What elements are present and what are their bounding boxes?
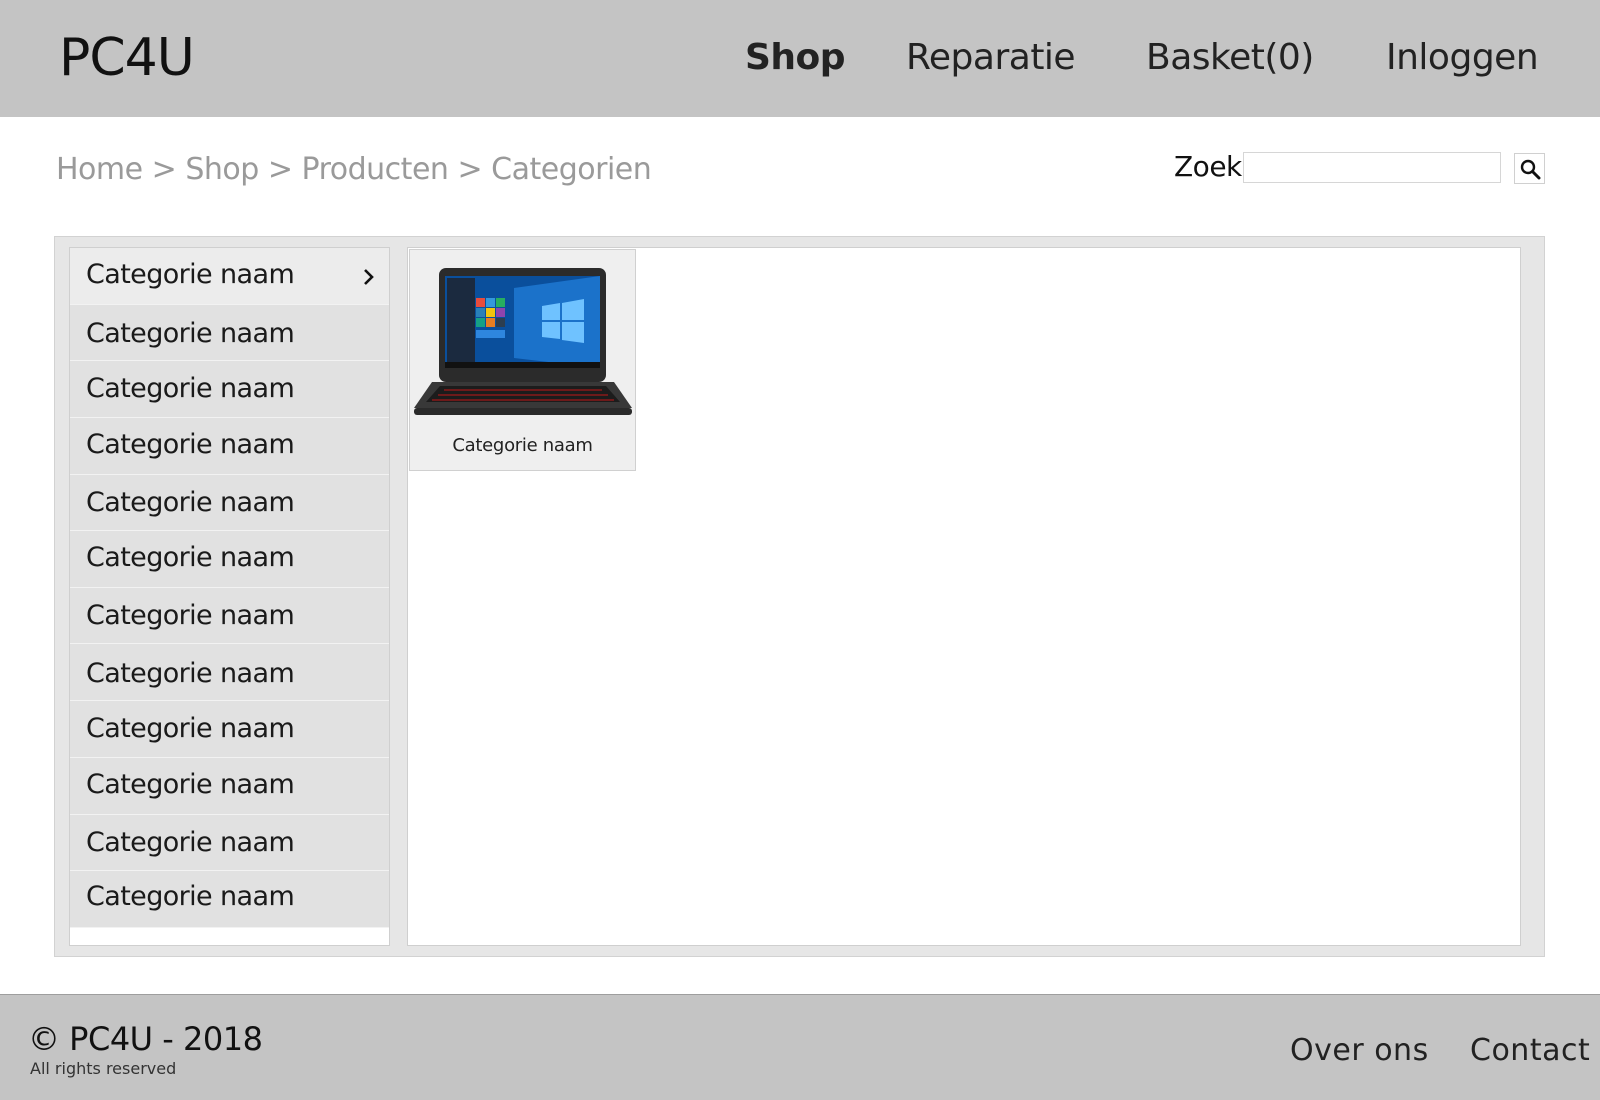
breadcrumb-separator: >: [457, 152, 483, 187]
search-input[interactable]: [1243, 152, 1501, 183]
category-item[interactable]: Categorie naam: [70, 418, 389, 475]
nav-shop[interactable]: Shop: [745, 37, 846, 78]
category-item[interactable]: Categorie naam: [70, 815, 389, 871]
category-item[interactable]: Categorie naam: [70, 758, 389, 815]
category-label: Categorie naam: [86, 542, 295, 573]
breadcrumb-home[interactable]: Home: [56, 152, 143, 187]
category-item[interactable]: Categorie naam: [70, 588, 389, 644]
category-item[interactable]: Categorie naam: [70, 361, 389, 418]
breadcrumb-separator: >: [151, 152, 177, 187]
card-label: Categorie naam: [452, 435, 593, 456]
search-button[interactable]: [1514, 153, 1545, 184]
search-icon: [1520, 159, 1541, 180]
category-label: Categorie naam: [86, 713, 295, 744]
category-item[interactable]: Categorie naam: [70, 871, 389, 928]
rights-text: All rights reserved: [30, 1059, 177, 1078]
breadcrumb-separator: >: [267, 152, 293, 187]
breadcrumb-producten[interactable]: Producten: [302, 152, 449, 187]
breadcrumb-categorien[interactable]: Categorien: [491, 152, 652, 187]
category-item[interactable]: Categorie naam: [70, 475, 389, 531]
search-label: Zoek:: [1174, 150, 1251, 183]
category-label: Categorie naam: [86, 259, 295, 290]
header: PC4U Shop Reparatie Basket(0) Inloggen: [0, 0, 1600, 117]
breadcrumb-shop[interactable]: Shop: [185, 152, 259, 187]
nav-reparatie[interactable]: Reparatie: [906, 37, 1076, 78]
laptop-image: [414, 268, 632, 415]
category-label: Categorie naam: [86, 827, 295, 858]
copyright-text: © PC4U - 2018: [28, 1020, 263, 1058]
site-logo[interactable]: PC4U: [59, 28, 195, 88]
category-item[interactable]: Categorie naam: [70, 701, 389, 758]
category-card[interactable]: Categorie naam: [409, 249, 636, 471]
footer-link-over-ons[interactable]: Over ons: [1290, 1033, 1429, 1068]
nav-basket[interactable]: Basket(0): [1146, 37, 1314, 78]
category-item[interactable]: Categorie naam: [70, 644, 389, 701]
footer: © PC4U - 2018 All rights reserved Over o…: [0, 994, 1600, 1100]
breadcrumb: Home > Shop > Producten > Categorien: [56, 152, 652, 187]
category-item[interactable]: Categorie naam: [70, 248, 389, 305]
category-label: Categorie naam: [86, 769, 295, 800]
category-label: Categorie naam: [86, 318, 295, 349]
nav-inloggen[interactable]: Inloggen: [1386, 37, 1539, 78]
footer-link-contact[interactable]: Contact: [1470, 1033, 1590, 1068]
category-label: Categorie naam: [86, 373, 295, 404]
category-item[interactable]: Categorie naam: [70, 305, 389, 361]
category-label: Categorie naam: [86, 429, 295, 460]
chevron-right-icon: [364, 269, 374, 285]
category-item[interactable]: Categorie naam: [70, 531, 389, 588]
category-label: Categorie naam: [86, 487, 295, 518]
category-label: Categorie naam: [86, 658, 295, 689]
category-label: Categorie naam: [86, 600, 295, 631]
category-sidebar: Categorie naam Categorie naam Categorie …: [69, 247, 390, 946]
category-label: Categorie naam: [86, 881, 295, 912]
